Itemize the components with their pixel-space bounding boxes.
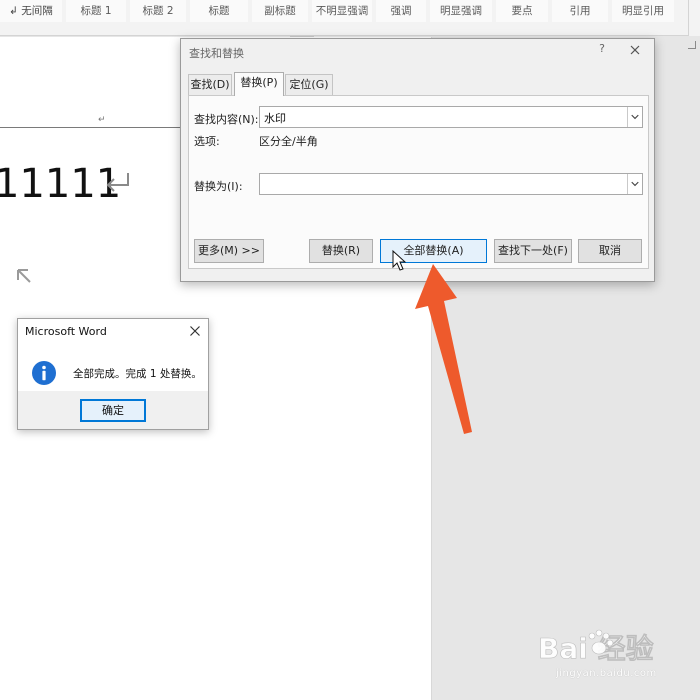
tab-replace[interactable]: 替换(P) [234, 72, 284, 96]
ribbon-gallery-scroll[interactable] [688, 0, 700, 36]
word-message-box: Microsoft Word 全部完成。完成 1 处替换。 确定 [17, 318, 209, 430]
close-icon[interactable] [627, 42, 643, 58]
styles-dialog-launcher-icon[interactable] [688, 41, 696, 49]
tab-find[interactable]: 查找(D) [188, 74, 232, 95]
resize-handle-icon [17, 269, 31, 283]
find-what-label: 查找内容(N): [194, 113, 259, 126]
message-title: Microsoft Word [25, 325, 107, 338]
replace-all-button[interactable]: 全部替换(A) [380, 239, 487, 263]
close-icon[interactable] [188, 324, 202, 338]
chevron-down-icon[interactable] [627, 107, 642, 127]
return-arrow-icon [106, 173, 129, 192]
header-line [0, 127, 180, 128]
style-heading-1[interactable]: 标题 1 [66, 0, 126, 22]
dialog-title: 查找和替换 [189, 47, 244, 60]
paragraph-mark-icon: ↵ [98, 115, 106, 125]
style-strong[interactable]: 要点 [496, 0, 548, 22]
find-replace-dialog: 查找和替换 ? 查找(D) 替换(P) 定位(G) 查找内容(N): 水印 选项… [180, 38, 655, 282]
style-heading-2[interactable]: 标题 2 [130, 0, 186, 22]
style-title[interactable]: 标题 [190, 0, 248, 22]
replace-button[interactable]: 替换(R) [309, 239, 373, 263]
find-what-input[interactable]: 水印 [259, 106, 643, 128]
ok-button[interactable]: 确定 [80, 399, 146, 422]
watermark-url: jingyan.baidu.com [556, 668, 657, 679]
replace-with-label: 替换为(I): [194, 180, 243, 193]
replace-tab-panel: 查找内容(N): 水印 选项: 区分全/半角 替换为(I): 更多(M) >> … [188, 95, 649, 269]
chevron-down-icon[interactable] [627, 174, 642, 194]
style-no-spacing[interactable]: ↲ 无间隔 [0, 0, 62, 22]
style-intense-quote[interactable]: 明显引用 [612, 0, 674, 22]
style-quote[interactable]: 引用 [552, 0, 608, 22]
ribbon-styles-gallery: ↲ 无间隔 标题 1 标题 2 标题 副标题 不明显强调 强调 明显强调 要点 … [0, 0, 700, 36]
style-emphasis[interactable]: 强调 [376, 0, 426, 22]
help-button[interactable]: ? [594, 42, 610, 58]
options-label: 选项: [194, 135, 220, 148]
cancel-button[interactable]: 取消 [578, 239, 642, 263]
tab-goto[interactable]: 定位(G) [285, 74, 333, 95]
options-value: 区分全/半角 [259, 135, 318, 148]
message-text: 全部完成。完成 1 处替换。 [73, 368, 202, 380]
style-subtitle[interactable]: 副标题 [252, 0, 308, 22]
more-button[interactable]: 更多(M) >> [194, 239, 264, 263]
replace-with-input[interactable] [259, 173, 643, 195]
watermark-logo: Bai 经验 [538, 629, 654, 665]
style-subtle-emphasis[interactable]: 不明显强调 [312, 0, 372, 22]
style-intense-emphasis[interactable]: 明显强调 [430, 0, 492, 22]
info-icon [32, 361, 56, 385]
find-what-value: 水印 [264, 112, 286, 125]
find-next-button[interactable]: 查找下一处(F) [494, 239, 572, 263]
